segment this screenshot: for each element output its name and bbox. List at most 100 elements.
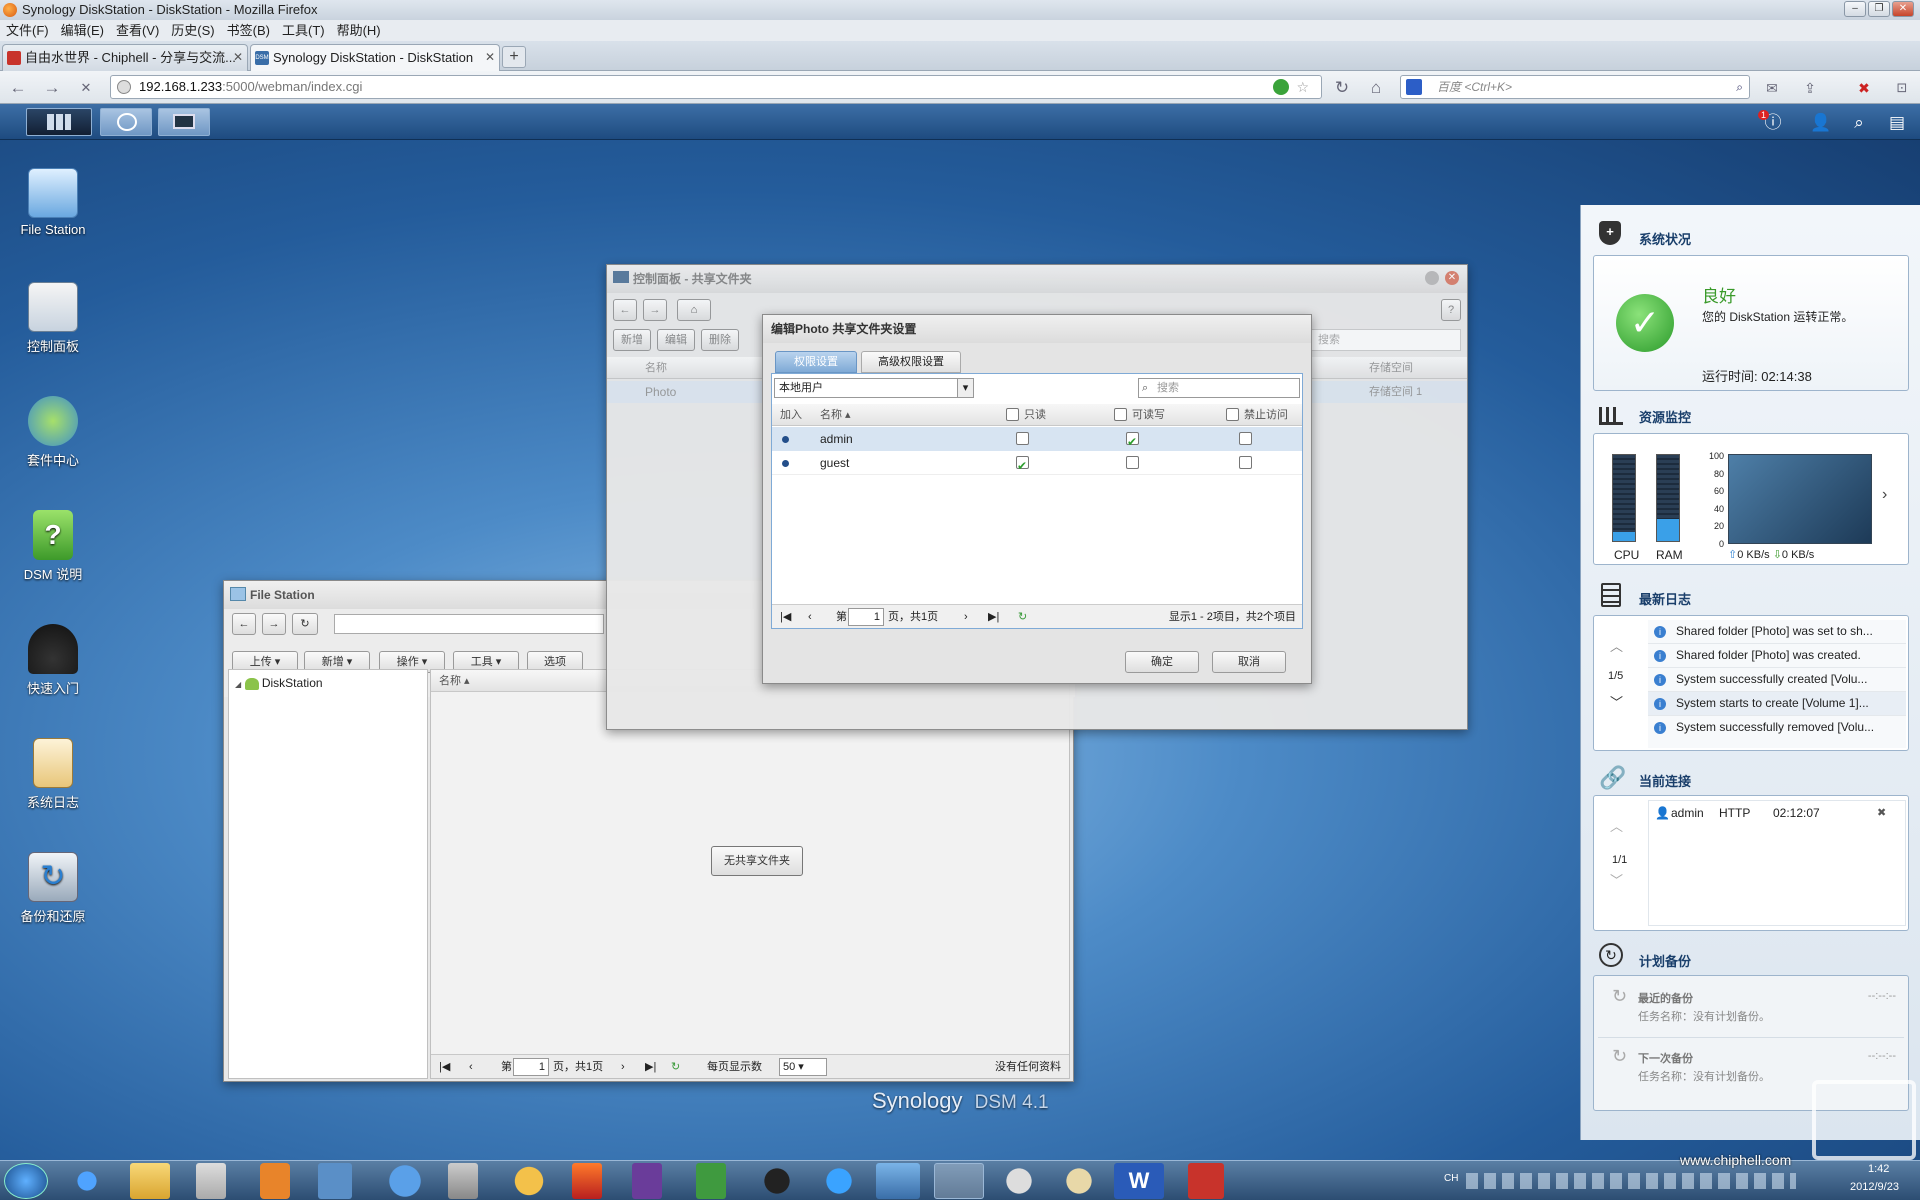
close-tab-icon[interactable]: ✕ <box>233 45 243 70</box>
first-page-icon[interactable]: |◀ <box>439 1055 450 1079</box>
resize-icon[interactable]: ⊡ <box>1890 77 1914 99</box>
close-icon[interactable]: ✕ <box>1892 1 1914 17</box>
home-button[interactable]: ⌂ <box>677 299 711 321</box>
chat-icon[interactable] <box>814 1163 864 1199</box>
home-icon[interactable]: ⌂ <box>1364 77 1388 99</box>
share-icon[interactable]: ⇪ <box>1798 77 1822 99</box>
paint-icon[interactable] <box>1054 1163 1104 1199</box>
addon-icon[interactable]: ✖ <box>1852 77 1876 99</box>
mail-icon[interactable]: ✉ <box>1760 77 1784 99</box>
last-page-icon[interactable]: ▶| <box>988 605 999 629</box>
tree-node-diskstation[interactable]: ◢ DiskStation <box>235 676 323 690</box>
reload-icon[interactable]: ↻ <box>1330 77 1354 99</box>
close-tab-icon[interactable]: ✕ <box>485 45 495 70</box>
menu-view[interactable]: 查看(V) <box>110 20 165 41</box>
ie-icon[interactable] <box>62 1163 112 1199</box>
app-icon[interactable] <box>318 1163 352 1199</box>
menu-tools[interactable]: 工具(T) <box>276 20 331 41</box>
menu-edit[interactable]: 编辑(E) <box>55 20 110 41</box>
forward-icon[interactable]: → <box>40 77 64 99</box>
refresh-icon[interactable]: ↻ <box>1018 605 1027 629</box>
list-item[interactable]: i Shared folder [Photo] was created. <box>1648 644 1906 668</box>
add-button[interactable]: 新增 <box>613 329 651 351</box>
menu-file[interactable]: 文件(F) <box>0 20 55 41</box>
chevron-down-icon[interactable]: ﹀ <box>1610 692 1623 711</box>
network-icon[interactable] <box>876 1163 920 1199</box>
cancel-button[interactable]: 取消 <box>1212 651 1286 673</box>
menu-bookmarks[interactable]: 书签(B) <box>221 20 276 41</box>
chevron-up-icon[interactable]: ︿ <box>1610 816 1623 835</box>
list-item[interactable]: i System starts to create [Volume 1]... <box>1648 692 1906 716</box>
explorer-icon[interactable] <box>130 1163 170 1199</box>
chevron-down-icon[interactable]: ﹀ <box>1610 870 1623 889</box>
prev-page-icon[interactable]: ‹ <box>808 605 812 629</box>
list-item[interactable]: i System successfully removed [Volu... <box>1648 716 1906 740</box>
loading-icon[interactable]: ✕ <box>74 77 98 99</box>
system-tray-icons[interactable] <box>1466 1173 1796 1189</box>
column-name[interactable]: 名称 ▴ <box>820 404 851 426</box>
controlpanel-task-button[interactable] <box>158 108 210 136</box>
map-icon[interactable] <box>696 1163 726 1199</box>
filestation-task-button[interactable] <box>100 108 152 136</box>
new-tab-button[interactable]: + <box>502 46 526 68</box>
guest-readwrite-checkbox[interactable] <box>1126 456 1139 469</box>
search-input[interactable]: 搜索 <box>1311 329 1461 351</box>
chevron-up-icon[interactable]: ︿ <box>1610 636 1623 655</box>
table-row[interactable]: admin <box>772 427 1302 454</box>
kick-user-icon[interactable]: ✖ <box>1877 801 1886 825</box>
list-item[interactable]: 👤 admin HTTP 02:12:07 ✖ <box>1649 801 1905 825</box>
close-icon[interactable]: ✕ <box>1445 271 1459 285</box>
desktop-icon-syslog[interactable]: 系统日志 <box>8 738 98 811</box>
tab-permissions[interactable]: 权限设置 <box>775 351 857 373</box>
ok-button[interactable]: 确定 <box>1125 651 1199 673</box>
column-name[interactable]: 名称 <box>645 357 667 379</box>
readwrite-all-checkbox[interactable] <box>1114 408 1127 421</box>
desktop-icon-packagecenter[interactable]: 套件中心 <box>8 396 98 469</box>
desktop-icon-backup[interactable]: ↻ 备份和还原 <box>8 852 98 925</box>
page-input[interactable]: 1 <box>513 1058 549 1076</box>
desktop-icon-quickstart[interactable]: 快速入门 <box>8 624 98 697</box>
search-bar[interactable]: 百度 <Ctrl+K> ⌕ <box>1400 75 1750 99</box>
guest-deny-checkbox[interactable] <box>1239 456 1252 469</box>
column-name[interactable]: 名称 <box>439 675 461 687</box>
desktop-icon-controlpanel[interactable]: 控制面板 <box>8 282 98 355</box>
baidu-engine-icon[interactable] <box>1406 79 1422 95</box>
bookmark-star-icon[interactable]: ☆ <box>1296 76 1309 98</box>
admin-readwrite-checkbox[interactable] <box>1126 430 1139 454</box>
pencil-icon[interactable] <box>196 1163 226 1199</box>
tab-diskstation[interactable]: DSM Synology DiskStation - DiskStation ✕ <box>250 44 500 71</box>
path-input[interactable] <box>334 614 604 634</box>
tool-icon[interactable] <box>448 1163 478 1199</box>
url-bar[interactable]: 192.168.1.233:5000/webman/index.cgi ☆ <box>110 75 1322 99</box>
expand-icon[interactable]: ◢ <box>235 680 241 689</box>
desktop-icon-filestation[interactable]: File Station <box>8 168 98 237</box>
next-page-icon[interactable]: › <box>621 1055 625 1079</box>
guest-readonly-checkbox[interactable] <box>1016 454 1029 478</box>
main-menu-button[interactable] <box>26 108 92 136</box>
edit-button[interactable]: 编辑 <box>657 329 695 351</box>
page-input[interactable]: 1 <box>848 608 884 626</box>
app-icon[interactable] <box>504 1163 554 1199</box>
firefox-task-icon[interactable] <box>934 1163 984 1199</box>
readonly-all-checkbox[interactable] <box>1006 408 1019 421</box>
per-page-select[interactable]: 50 ▾ <box>779 1058 827 1076</box>
column-volume[interactable]: 存储空间 <box>1369 357 1413 379</box>
disc-icon[interactable] <box>994 1163 1044 1199</box>
language-indicator[interactable]: CH <box>1444 1173 1458 1184</box>
back-icon[interactable]: ← <box>6 77 30 99</box>
list-item[interactable]: i System successfully created [Volu... <box>1648 668 1906 692</box>
admin-readonly-checkbox[interactable] <box>1016 432 1029 445</box>
search-icon[interactable]: ⌕ <box>1736 76 1743 98</box>
first-page-icon[interactable]: |◀ <box>780 605 791 629</box>
word-icon[interactable]: W <box>1114 1163 1164 1199</box>
user-type-select[interactable]: 本地用户 ▾ <box>774 378 974 398</box>
tab-chiphell[interactable]: 自由水世界 - Chiphell - 分享与交流... ✕ <box>2 44 248 71</box>
media-icon[interactable] <box>260 1163 290 1199</box>
site-identity-icon[interactable] <box>117 80 131 94</box>
fire-icon[interactable] <box>572 1163 602 1199</box>
restore-icon[interactable]: ❐ <box>1868 1 1890 17</box>
menu-help[interactable]: 帮助(H) <box>331 20 387 41</box>
table-row[interactable]: guest <box>772 451 1302 478</box>
tab-advanced-permissions[interactable]: 高级权限设置 <box>861 351 961 373</box>
refresh-button[interactable]: ↻ <box>292 613 318 635</box>
